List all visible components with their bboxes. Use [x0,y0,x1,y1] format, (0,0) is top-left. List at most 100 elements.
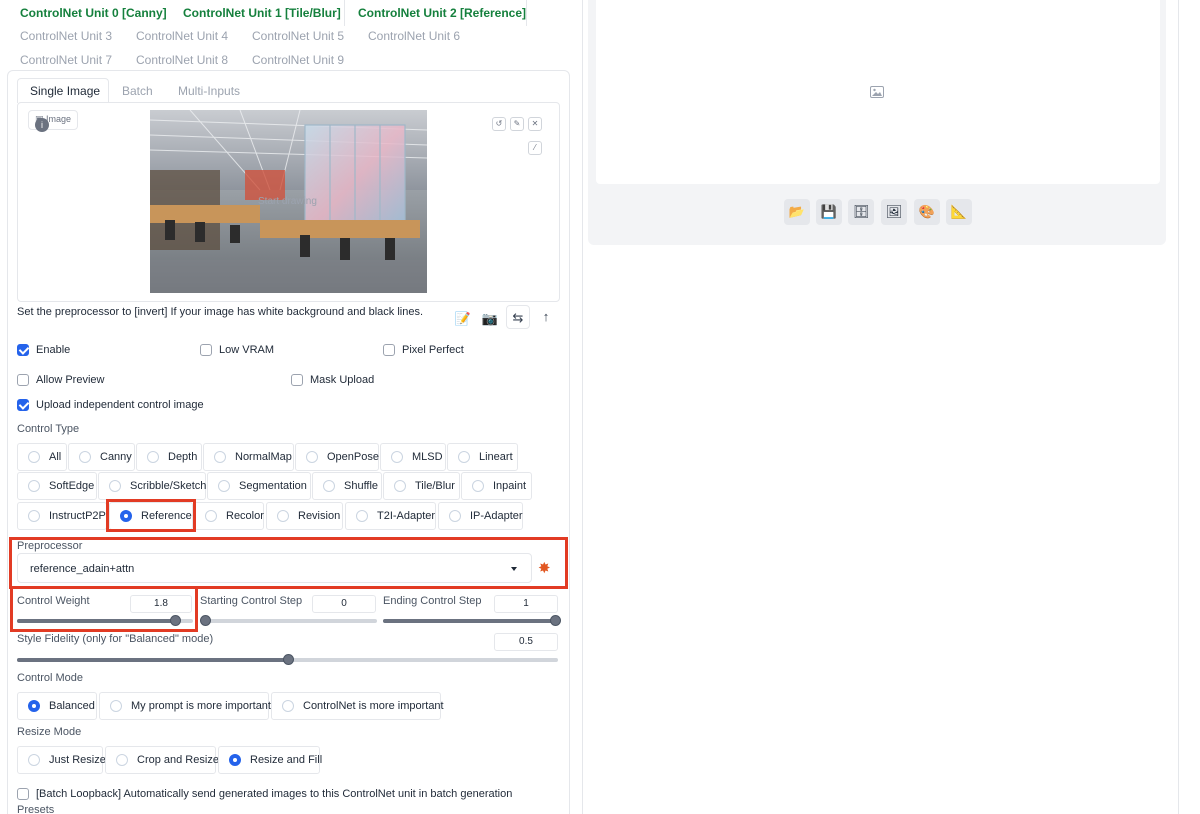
tab-controlnet-unit-1[interactable]: ControlNet Unit 1 [Tile/Blur] [183,6,341,20]
mask-upload-checkbox[interactable]: Mask Upload [291,374,374,386]
control-type-depth[interactable]: Depth [136,443,202,471]
control-mode-controlnet-important[interactable]: ControlNet is more important [271,692,444,720]
tab-batch[interactable]: Batch [122,84,153,98]
control-type-shuffle[interactable]: Shuffle [312,472,382,500]
folder-icon[interactable]: 📂 [784,199,810,225]
camera-icon[interactable]: 📷 [478,307,502,331]
control-type-label: Control Type [17,423,80,435]
undo-icon[interactable]: ↺ [492,117,506,131]
upload-arrow-icon[interactable]: ↑ [534,305,558,329]
notepad-icon[interactable]: 📝 [451,307,475,331]
upload-independent-checkbox[interactable]: Upload independent control image [17,399,204,411]
tab-controlnet-unit-6[interactable]: ControlNet Unit 6 [368,29,460,43]
resize-mode-label: Resize Mode [17,726,82,738]
starting-step-slider[interactable] [200,615,377,626]
info-icon[interactable]: i [35,118,49,132]
brush-icon[interactable]: ⁄ [528,141,542,155]
control-type-segmentation[interactable]: Segmentation [207,472,311,500]
control-type-t2i-adapter[interactable]: T2I-Adapter [345,502,436,530]
slider-handle[interactable] [550,615,561,626]
close-icon[interactable]: ✕ [528,117,542,131]
control-type-canny[interactable]: Canny [68,443,135,471]
edit-icon[interactable]: ✎ [510,117,524,131]
radio-dot [394,480,406,492]
control-mode-label: Control Mode [17,672,84,684]
checkbox-box[interactable] [383,344,395,356]
control-mode-balanced[interactable]: Balanced [17,692,97,720]
tab-controlnet-unit-2[interactable]: ControlNet Unit 2 [Reference] [358,6,526,20]
palette-icon[interactable]: 🎨 [914,199,940,225]
ruler-icon[interactable]: 📐 [946,199,972,225]
style-fidelity-label: Style Fidelity (only for "Balanced" mode… [17,633,214,645]
radio-dot [205,510,217,522]
control-type-scribble[interactable]: Scribble/Sketch [98,472,206,500]
tab-single-image[interactable]: Single Image [30,84,100,98]
radio-dot [28,700,40,712]
low-vram-checkbox[interactable]: Low VRAM [200,344,274,356]
slider-handle[interactable] [200,615,211,626]
control-type-ip-adapter[interactable]: IP-Adapter [438,502,523,530]
control-type-softedge[interactable]: SoftEdge [17,472,97,500]
resize-mode-crop-and-resize[interactable]: Crop and Resize [105,746,219,774]
control-type-instructp2p[interactable]: InstructP2P [17,502,107,530]
radio-dot [116,754,128,766]
control-type-mlsd[interactable]: MLSD [380,443,446,471]
starting-step-input[interactable]: 0 [312,595,376,613]
slider-handle[interactable] [282,654,294,665]
control-type-normalmap[interactable]: NormalMap [203,443,294,471]
column-divider-right [1178,0,1179,814]
reference-highlight [106,499,196,532]
allow-preview-checkbox[interactable]: Allow Preview [17,374,104,386]
radio-dot [277,510,289,522]
control-mode-prompt-important[interactable]: My prompt is more important [99,692,271,720]
control-type-inpaint[interactable]: Inpaint [461,472,532,500]
tab-controlnet-unit-9[interactable]: ControlNet Unit 9 [252,53,344,67]
control-type-all[interactable]: All [17,443,67,471]
ending-step-slider[interactable] [383,615,561,626]
radio-dot [306,451,318,463]
control-type-tile-blur[interactable]: Tile/Blur [383,472,460,500]
slider-fill [17,658,288,662]
resize-mode-just-resize[interactable]: Just Resize [17,746,106,774]
checkbox-box[interactable] [17,788,29,800]
image-placeholder-icon [870,86,884,98]
radio-dot [79,451,91,463]
swap-icon[interactable]: ⇆ [506,305,530,329]
control-type-lineart[interactable]: Lineart [447,443,518,471]
radio-dot [356,510,368,522]
tab-controlnet-unit-5[interactable]: ControlNet Unit 5 [252,29,344,43]
batch-loopback-checkbox[interactable]: [Batch Loopback] Automatically send gene… [17,788,512,800]
preprocessor-highlight [9,537,568,589]
tab-controlnet-unit-7[interactable]: ControlNet Unit 7 [20,53,112,67]
start-drawing-overlay: Start drawing [258,196,317,207]
tab-controlnet-unit-0[interactable]: ControlNet Unit 0 [Canny] [20,6,167,20]
preprocessor-hint: Set the preprocessor to [invert] If your… [17,306,423,318]
tab-multi-inputs[interactable]: Multi-Inputs [178,84,240,98]
radio-dot [458,451,470,463]
control-type-revision[interactable]: Revision [266,502,343,530]
radio-dot [282,700,294,712]
style-fidelity-input[interactable]: 0.5 [494,633,558,651]
control-type-recolor[interactable]: Recolor [194,502,264,530]
radio-dot [391,451,403,463]
pixel-perfect-checkbox[interactable]: Pixel Perfect [383,344,464,356]
control-type-openpose[interactable]: OpenPose [295,443,379,471]
starting-step-label: Starting Control Step [200,595,303,607]
save-icon[interactable]: 💾 [816,199,842,225]
style-fidelity-slider[interactable] [17,654,558,665]
archive-icon[interactable]: 🗄 [848,199,874,225]
checkbox-box[interactable] [200,344,212,356]
image-icon[interactable]: 🖼 [881,199,907,225]
tab-controlnet-unit-8[interactable]: ControlNet Unit 8 [136,53,228,67]
checkbox-box[interactable] [17,374,29,386]
resize-mode-resize-and-fill[interactable]: Resize and Fill [218,746,322,774]
checkbox-box[interactable] [17,399,29,411]
ending-step-input[interactable]: 1 [494,595,558,613]
checkbox-box[interactable] [17,344,29,356]
radio-dot [109,480,121,492]
radio-dot [28,510,40,522]
enable-checkbox[interactable]: Enable [17,344,70,356]
tab-controlnet-unit-4[interactable]: ControlNet Unit 4 [136,29,228,43]
checkbox-box[interactable] [291,374,303,386]
tab-controlnet-unit-3[interactable]: ControlNet Unit 3 [20,29,112,43]
